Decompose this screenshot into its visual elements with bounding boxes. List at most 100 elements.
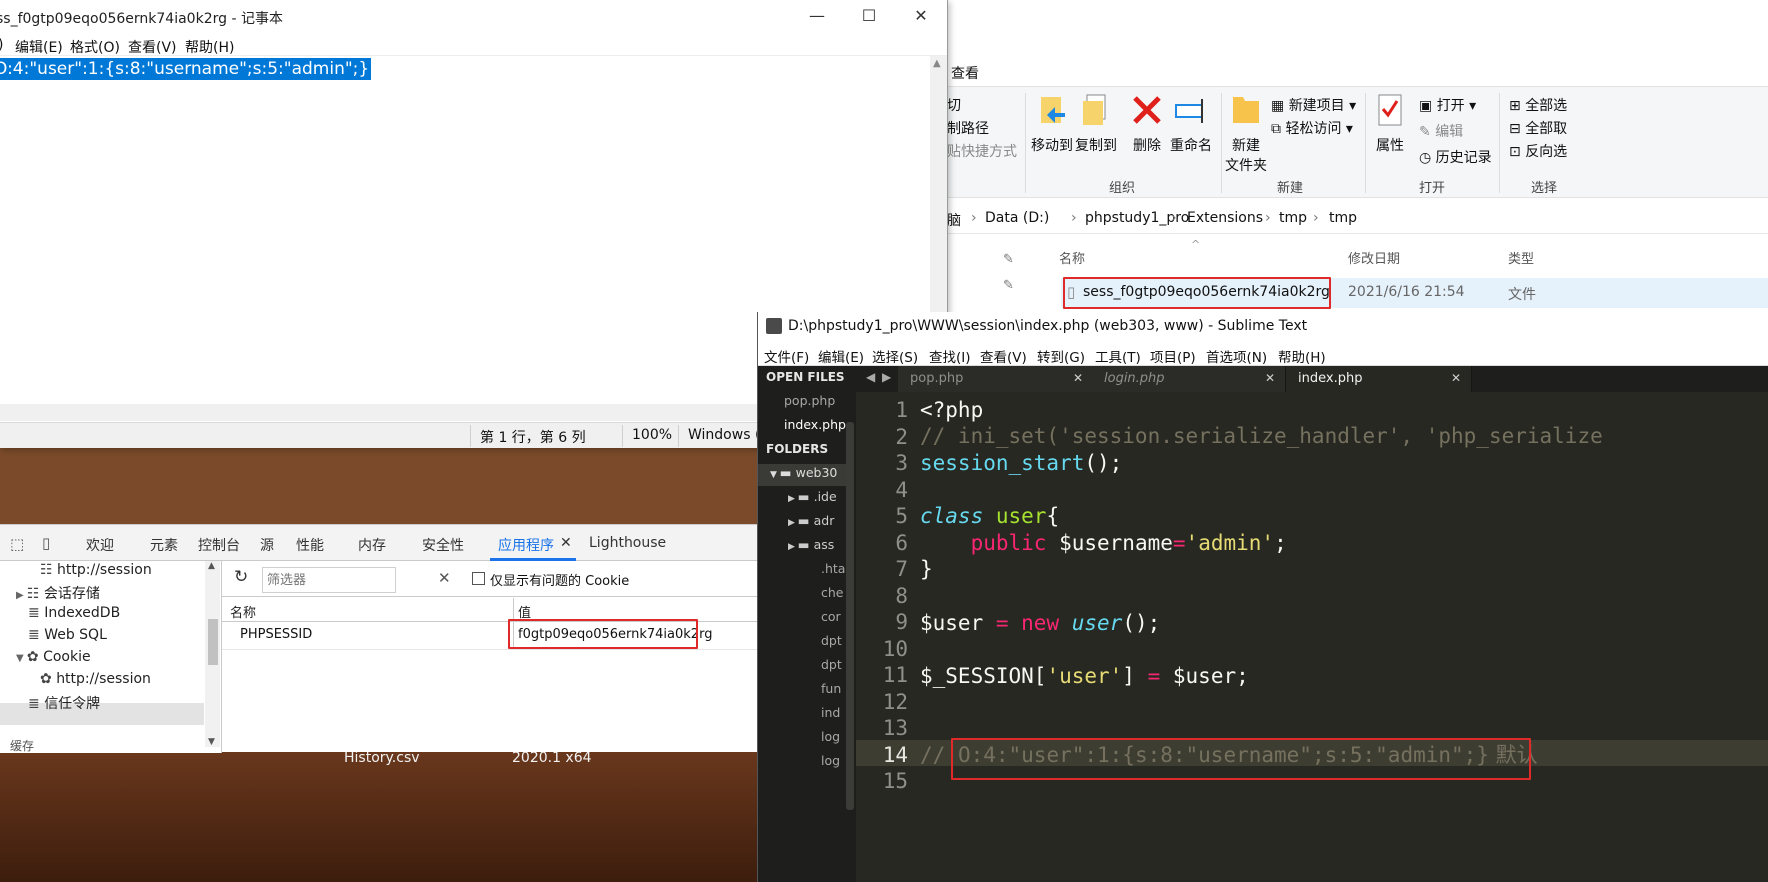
- properties-button[interactable]: 属性: [1363, 93, 1417, 155]
- tab-memory[interactable]: 内存: [358, 535, 386, 555]
- desktop-item[interactable]: History.csv: [344, 750, 420, 766]
- tab-security[interactable]: 安全性: [422, 535, 464, 555]
- desktop-item[interactable]: 2020.1 x64: [512, 750, 592, 766]
- column-name-header[interactable]: 名称: [230, 602, 256, 624]
- sidebar-item-trust-tokens[interactable]: ≣ 信任令牌: [28, 693, 100, 713]
- menu-find[interactable]: 查找(I): [929, 346, 971, 366]
- file-item[interactable]: .hta: [821, 561, 845, 576]
- menu-file[interactable]: ): [0, 37, 3, 53]
- close-tab-icon[interactable]: ✕: [1265, 371, 1275, 385]
- close-tab-icon[interactable]: ✕: [1451, 371, 1461, 385]
- rename-button[interactable]: 重命名: [1164, 93, 1218, 155]
- history-button[interactable]: ◷ 历史记录: [1419, 147, 1492, 167]
- close-tab-icon[interactable]: ✕: [1073, 371, 1083, 385]
- sidebar-scrollbar[interactable]: ▲ ▼: [205, 561, 220, 747]
- select-none-button[interactable]: ⊟ 全部取: [1509, 118, 1567, 138]
- breadcrumb-item[interactable]: tmp: [1279, 210, 1307, 226]
- tab-performance[interactable]: 性能: [296, 535, 324, 555]
- filter-input[interactable]: [262, 567, 396, 593]
- edit-button[interactable]: ✎ 编辑: [1419, 121, 1463, 141]
- menu-tools[interactable]: 工具(T): [1095, 346, 1141, 366]
- breadcrumb-item[interactable]: tmp: [1329, 210, 1357, 226]
- tab-pop-php[interactable]: pop.php ✕: [898, 366, 1094, 392]
- tab-view[interactable]: 查看: [951, 63, 979, 83]
- device-toggle-icon[interactable]: ▯: [42, 534, 50, 552]
- line-number: 4: [895, 477, 908, 502]
- code-editor[interactable]: <?php // ini_set('session.serialize_hand…: [920, 392, 1768, 882]
- file-item[interactable]: che: [821, 585, 844, 600]
- new-folder-button[interactable]: 新建 文件夹: [1219, 93, 1273, 175]
- minimize-button[interactable]: —: [794, 0, 840, 32]
- cut-button[interactable]: 切: [947, 95, 961, 115]
- column-type[interactable]: 类型: [1508, 248, 1534, 267]
- folder-item[interactable]: ▼ ▬ web30: [770, 465, 837, 480]
- menu-edit[interactable]: 编辑(E): [15, 37, 63, 57]
- file-item[interactable]: dpt: [821, 657, 842, 672]
- paste-shortcut-button[interactable]: 贴快捷方式: [947, 141, 1017, 161]
- sort-arrow-icon: ^: [1191, 238, 1201, 251]
- column-modified[interactable]: 修改日期: [1348, 248, 1400, 267]
- sidebar-item-session-storage[interactable]: ▶ ☷ 会话存储: [16, 583, 100, 603]
- tab-prev-icon[interactable]: ◀: [866, 370, 875, 384]
- tab-sources[interactable]: 源: [260, 535, 274, 555]
- text-content-selected[interactable]: O:4:"user":1:{s:8:"username";s:5:"admin"…: [0, 58, 372, 80]
- tab-index-php[interactable]: index.php ✕: [1286, 366, 1472, 392]
- close-tab-icon[interactable]: ✕: [560, 535, 572, 551]
- address-bar[interactable]: 脑 › Data (D:) › phpstudy1_pro › Extensio…: [931, 204, 1768, 234]
- breadcrumb-item[interactable]: 脑: [947, 210, 961, 230]
- menu-selection[interactable]: 选择(S): [872, 346, 918, 366]
- sidebar-item-cookie[interactable]: ▼ ✿ Cookie: [16, 649, 91, 665]
- scroll-thumb[interactable]: [208, 619, 218, 665]
- folder-item[interactable]: ▶ ▬ .ide: [788, 489, 837, 504]
- refresh-icon[interactable]: ↻: [234, 567, 248, 587]
- new-item-button[interactable]: ▦ 新建项目 ▾: [1271, 95, 1356, 115]
- file-item[interactable]: log: [821, 753, 840, 768]
- easy-access-button[interactable]: ⧉ 轻松访问 ▾: [1271, 118, 1353, 138]
- clear-all-icon[interactable]: ✕: [438, 569, 451, 587]
- menu-view[interactable]: 查看(V): [980, 346, 1027, 366]
- copy-to-button[interactable]: 复制到: [1069, 93, 1123, 155]
- close-button[interactable]: ✕: [898, 0, 944, 32]
- tab-login-php[interactable]: login.php ✕: [1092, 366, 1286, 392]
- menu-project[interactable]: 项目(P): [1150, 346, 1196, 366]
- sidebar-item-local-storage-origin[interactable]: ☷ http://session: [40, 562, 152, 578]
- copy-path-button[interactable]: 制路径: [947, 118, 989, 138]
- menu-format[interactable]: 格式(O): [70, 37, 120, 57]
- menu-file[interactable]: 文件(F): [764, 346, 809, 366]
- tab-lighthouse[interactable]: Lighthouse: [589, 535, 666, 551]
- file-item[interactable]: ind: [821, 705, 840, 720]
- column-name[interactable]: 名称: [1059, 248, 1085, 267]
- breadcrumb-item[interactable]: Data (D:): [985, 210, 1049, 226]
- menu-goto[interactable]: 转到(G): [1037, 346, 1085, 366]
- sidebar-item-indexeddb[interactable]: ≣ IndexedDB: [28, 605, 120, 621]
- file-item[interactable]: dpt: [821, 633, 842, 648]
- menu-edit[interactable]: 编辑(E): [818, 346, 864, 366]
- line-number: 2: [895, 424, 908, 449]
- menu-help[interactable]: 帮助(H): [185, 37, 234, 57]
- folder-item[interactable]: ▶ ▬ ass: [788, 537, 834, 552]
- file-item[interactable]: fun: [821, 681, 841, 696]
- menu-view[interactable]: 查看(V): [128, 37, 177, 57]
- select-all-button[interactable]: ⊞ 全部选: [1509, 95, 1567, 115]
- breadcrumb-item[interactable]: Extensions: [1187, 210, 1263, 226]
- open-file-item-active[interactable]: index.php: [784, 417, 846, 432]
- file-item[interactable]: cor: [821, 609, 841, 624]
- tab-application[interactable]: 应用程序: [498, 535, 554, 555]
- tab-welcome[interactable]: 欢迎: [86, 535, 114, 555]
- only-issues-checkbox[interactable]: [472, 572, 485, 585]
- invert-selection-button[interactable]: ⊡ 反向选: [1509, 141, 1567, 161]
- tab-next-icon[interactable]: ▶: [882, 370, 891, 384]
- inspect-icon[interactable]: ⬚: [10, 535, 24, 553]
- file-item[interactable]: log: [821, 729, 840, 744]
- folder-item[interactable]: ▶ ▬ adr: [788, 513, 834, 528]
- open-button[interactable]: ▣ 打开 ▾: [1419, 95, 1476, 115]
- tab-elements[interactable]: 元素: [150, 535, 178, 555]
- sidebar-item-cookie-origin[interactable]: ✿ http://session: [40, 671, 151, 687]
- tab-console[interactable]: 控制台: [198, 535, 240, 555]
- sidebar-item-websql[interactable]: ≣ Web SQL: [28, 627, 107, 643]
- maximize-button[interactable]: ☐: [846, 0, 892, 32]
- menu-help[interactable]: 帮助(H): [1278, 346, 1326, 366]
- open-file-item[interactable]: pop.php: [784, 393, 835, 408]
- sidebar-scrollbar[interactable]: [846, 422, 854, 810]
- menu-preferences[interactable]: 首选项(N): [1206, 346, 1267, 366]
